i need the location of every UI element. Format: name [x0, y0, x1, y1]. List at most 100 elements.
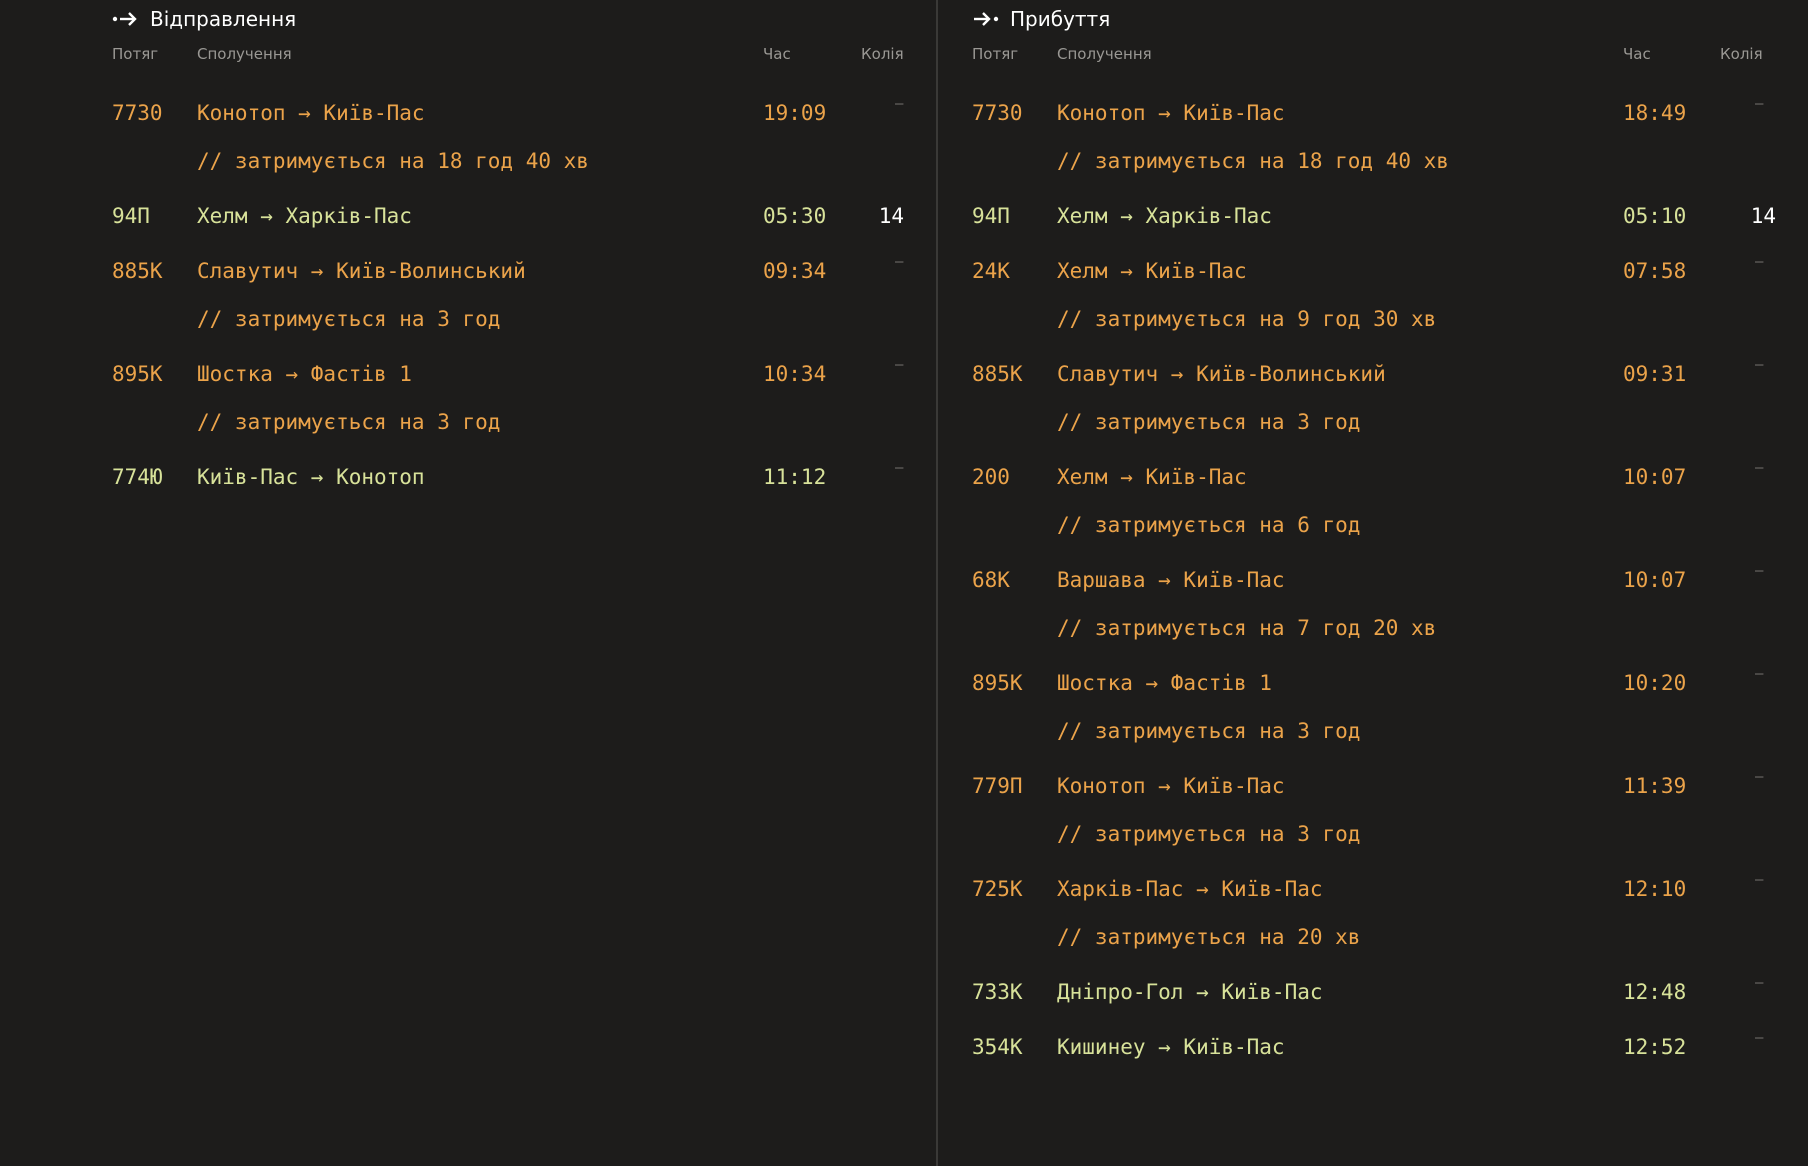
time: 10:34 — [763, 362, 827, 386]
schedule-row[interactable]: 885К Славутич → Київ-Волинський 09:31 – — [939, 354, 1808, 394]
route: Хелм → Київ-Пас — [1057, 465, 1247, 489]
delay-note: // затримується на 7 год 20 хв — [1057, 616, 1437, 640]
col-header-track: Колія — [861, 45, 904, 63]
track-empty: – — [895, 460, 904, 476]
route: Варшава → Київ-Пас — [1057, 568, 1285, 592]
schedule-row[interactable]: 774Ю Київ-Пас → Конотоп 11:12 – — [0, 457, 936, 497]
train-number: 7730 — [972, 101, 1023, 125]
route: Конотоп → Київ-Пас — [197, 101, 425, 125]
time: 09:31 — [1623, 362, 1687, 386]
schedule-row[interactable]: 733К Дніпро-Гол → Київ-Пас 12:48 – — [939, 972, 1808, 1012]
train-number: 733К — [972, 980, 1023, 1004]
train-number: 774Ю — [112, 465, 163, 489]
col-header-time: Час — [1623, 45, 1651, 63]
delay-note: // затримується на 3 год — [1057, 822, 1361, 846]
delay-note: // затримується на 9 год 30 хв — [1057, 307, 1437, 331]
route: Славутич → Київ-Волинський — [197, 259, 526, 283]
col-header-route: Сполучення — [197, 45, 292, 63]
time: 05:10 — [1623, 204, 1687, 228]
track-empty: – — [1755, 96, 1764, 112]
departures-title: Відправлення — [112, 4, 296, 34]
time: 10:07 — [1623, 568, 1687, 592]
time: 11:12 — [763, 465, 827, 489]
track-empty: – — [1755, 357, 1764, 373]
track-empty: – — [1755, 666, 1764, 682]
schedule-row[interactable]: 779П Конотоп → Київ-Пас 11:39 – — [939, 766, 1808, 806]
route: Хелм → Харків-Пас — [1057, 204, 1272, 228]
route: Шостка → Фастів 1 — [1057, 671, 1272, 695]
col-header-train: Потяг — [112, 45, 159, 63]
arrivals-title-text: Прибуття — [1010, 7, 1111, 31]
schedule-row[interactable]: 7730 Конотоп → Київ-Пас 19:09 – — [0, 93, 936, 133]
track: 14 — [878, 204, 904, 228]
track-empty: – — [1755, 563, 1764, 579]
train-number: 885К — [112, 259, 163, 283]
time: 05:30 — [763, 204, 827, 228]
time: 12:10 — [1623, 877, 1687, 901]
delay-note: // затримується на 3 год — [1057, 719, 1361, 743]
schedule-row[interactable]: 354К Кишинеу → Київ-Пас 12:52 – — [939, 1027, 1808, 1067]
route: Хелм → Київ-Пас — [1057, 259, 1247, 283]
schedule-row[interactable]: 885К Славутич → Київ-Волинський 09:34 – — [0, 251, 936, 291]
track-empty: – — [1755, 872, 1764, 888]
time: 09:34 — [763, 259, 827, 283]
time: 19:09 — [763, 101, 827, 125]
delay-note: // затримується на 6 год — [1057, 513, 1361, 537]
train-number: 725К — [972, 877, 1023, 901]
train-number: 24К — [972, 259, 1010, 283]
route: Кишинеу → Київ-Пас — [1057, 1035, 1285, 1059]
route: Хелм → Харків-Пас — [197, 204, 412, 228]
arrival-arrow-icon — [972, 8, 1000, 30]
track-empty: – — [1755, 1030, 1764, 1046]
track-empty: – — [1755, 975, 1764, 991]
arrivals-panel: Прибуття Потяг Сполучення Час Колія 7730… — [939, 0, 1808, 1166]
col-header-time: Час — [763, 45, 791, 63]
track-empty: – — [895, 357, 904, 373]
track-empty: – — [1755, 254, 1764, 270]
schedule-row[interactable]: 94П Хелм → Харків-Пас 05:30 14 — [0, 196, 936, 236]
time: 10:20 — [1623, 671, 1687, 695]
panel-divider — [936, 0, 938, 1166]
route: Харків-Пас → Київ-Пас — [1057, 877, 1323, 901]
track-empty: – — [1755, 460, 1764, 476]
schedule-row[interactable]: 895К Шостка → Фастів 1 10:20 – — [939, 663, 1808, 703]
time: 07:58 — [1623, 259, 1687, 283]
departures-panel: Відправлення Потяг Сполучення Час Колія … — [0, 0, 936, 1166]
time: 12:48 — [1623, 980, 1687, 1004]
train-number: 94П — [972, 204, 1010, 228]
schedule-row[interactable]: 24К Хелм → Київ-Пас 07:58 – — [939, 251, 1808, 291]
train-number: 895К — [972, 671, 1023, 695]
schedule-row[interactable]: 895К Шостка → Фастів 1 10:34 – — [0, 354, 936, 394]
train-number: 885К — [972, 362, 1023, 386]
train-number: 779П — [972, 774, 1023, 798]
track-empty: – — [1755, 769, 1764, 785]
route: Конотоп → Київ-Пас — [1057, 101, 1285, 125]
delay-note: // затримується на 20 хв — [1057, 925, 1361, 949]
col-header-track: Колія — [1720, 45, 1763, 63]
time: 18:49 — [1623, 101, 1687, 125]
arrivals-title: Прибуття — [972, 4, 1110, 34]
schedule-row[interactable]: 7730 Конотоп → Київ-Пас 18:49 – — [939, 93, 1808, 133]
train-number: 68К — [972, 568, 1010, 592]
time: 12:52 — [1623, 1035, 1687, 1059]
route: Славутич → Київ-Волинський — [1057, 362, 1386, 386]
schedule-row[interactable]: 68К Варшава → Київ-Пас 10:07 – — [939, 560, 1808, 600]
time: 11:39 — [1623, 774, 1687, 798]
schedule-row[interactable]: 94П Хелм → Харків-Пас 05:10 14 — [939, 196, 1808, 236]
route: Київ-Пас → Конотоп — [197, 465, 425, 489]
delay-note: // затримується на 3 год — [197, 410, 501, 434]
train-number: 200 — [972, 465, 1010, 489]
train-number: 895К — [112, 362, 163, 386]
train-number: 94П — [112, 204, 150, 228]
schedule-row[interactable]: 725К Харків-Пас → Київ-Пас 12:10 – — [939, 869, 1808, 909]
time: 10:07 — [1623, 465, 1687, 489]
train-number: 354К — [972, 1035, 1023, 1059]
departure-arrow-icon — [112, 8, 140, 30]
schedule-row[interactable]: 200 Хелм → Київ-Пас 10:07 – — [939, 457, 1808, 497]
delay-note: // затримується на 18 год 40 хв — [197, 149, 589, 173]
route: Шостка → Фастів 1 — [197, 362, 412, 386]
departures-title-text: Відправлення — [150, 7, 297, 31]
route: Конотоп → Київ-Пас — [1057, 774, 1285, 798]
track-empty: – — [895, 96, 904, 112]
delay-note: // затримується на 3 год — [1057, 410, 1361, 434]
